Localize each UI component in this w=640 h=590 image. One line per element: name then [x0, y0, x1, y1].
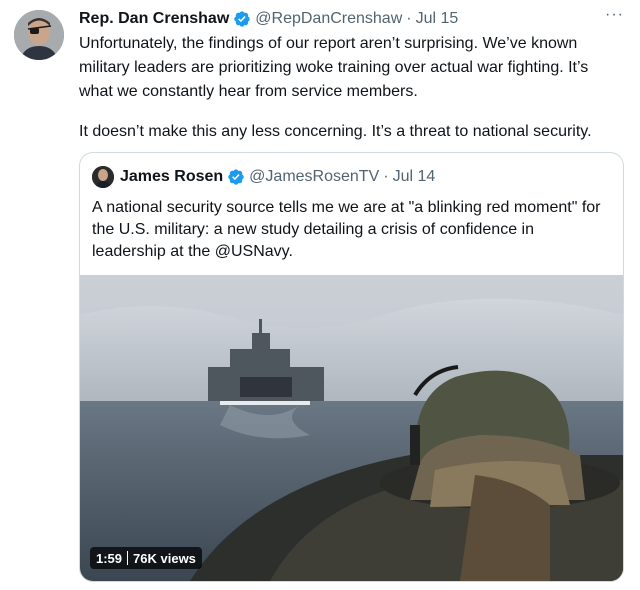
video-player[interactable]: 1:59 76K views — [80, 275, 623, 581]
separator-dot: · — [383, 168, 389, 185]
quoted-tweet-header: James Rosen @JamesRosenTV · Jul 14 — [92, 165, 435, 189]
separator-dot: · — [406, 10, 412, 27]
video-duration: 1:59 — [96, 550, 123, 566]
quoted-tweet-date: Jul 14 — [392, 168, 436, 185]
video-thumbnail — [80, 275, 623, 581]
quoted-tweet-text: A national security source tells me we a… — [92, 199, 601, 260]
quoted-author-handle: @JamesRosenTV — [249, 168, 380, 185]
verified-badge-icon — [228, 169, 244, 185]
tweet-paragraph: Unfortunately, the findings of our repor… — [79, 35, 589, 100]
tweet-header: Rep. Dan Crenshaw @RepDanCrenshaw · Jul … — [79, 8, 458, 30]
quoted-author-name: James Rosen — [120, 168, 224, 185]
author-handle[interactable]: @RepDanCrenshaw — [255, 10, 402, 28]
verified-badge-icon — [234, 11, 250, 27]
quoted-author-avatar — [92, 166, 114, 188]
author-name[interactable]: Rep. Dan Crenshaw — [79, 10, 229, 28]
video-stats-badge: 1:59 76K views — [90, 547, 202, 569]
more-icon[interactable]: ··· — [605, 6, 624, 24]
badge-divider — [127, 551, 129, 565]
video-views: 76K views — [133, 550, 196, 566]
quoted-tweet-card[interactable]: James Rosen @JamesRosenTV · Jul 14 A nat… — [79, 152, 624, 582]
author-avatar[interactable] — [14, 10, 64, 60]
tweet-date[interactable]: Jul 15 — [416, 10, 459, 28]
tweet-text: Unfortunately, the findings of our repor… — [79, 32, 624, 144]
tweet-paragraph: It doesn’t make this any less concerning… — [79, 123, 592, 140]
